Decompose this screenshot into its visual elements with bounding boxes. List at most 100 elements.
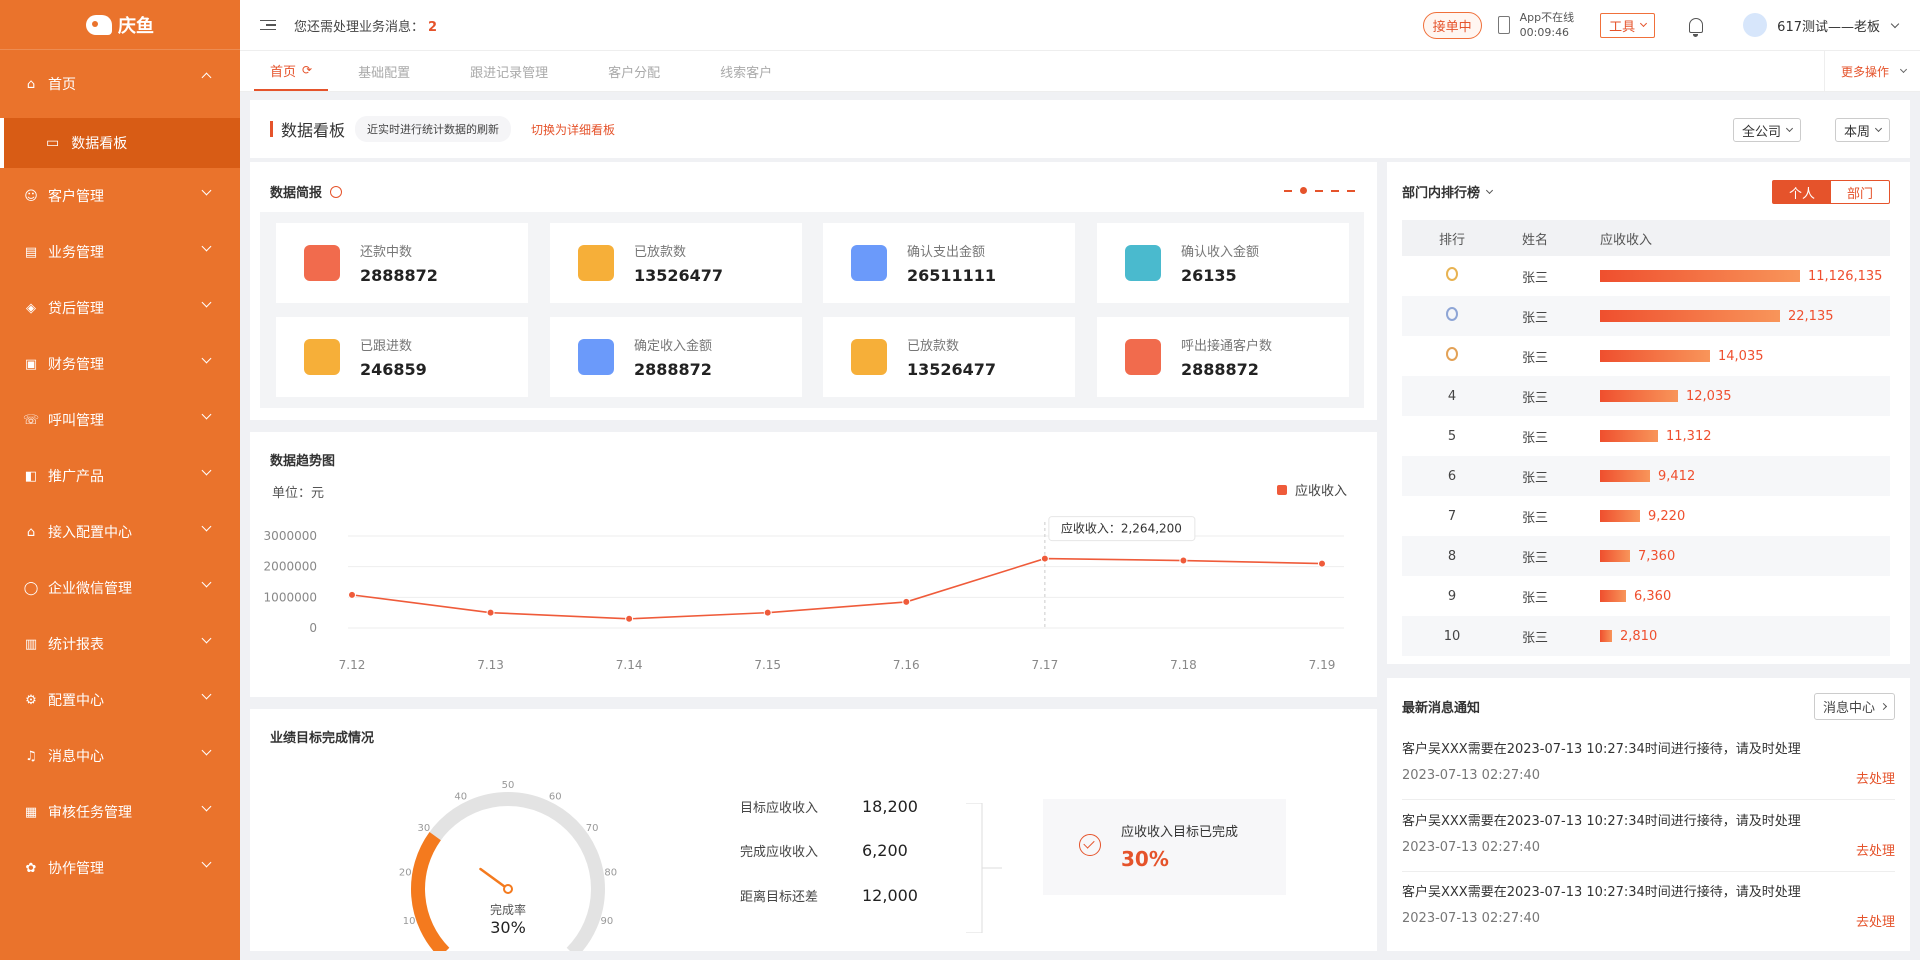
goal-row-value: 18,200 [862,797,918,816]
settings-icon[interactable] [330,186,343,198]
carousel-dot-active[interactable] [1300,187,1307,194]
sidebar-item-label: 财务管理 [48,357,104,373]
carousel-indicator[interactable] [1276,187,1355,194]
stat-card[interactable]: 确定收入金额 2888872 [550,317,802,397]
app-logo[interactable]: 庆鱼 [0,0,240,50]
income-value: 11,312 [1666,428,1712,444]
sidebar-item-promote[interactable]: ◧ 推广产品 [0,448,240,504]
income-value: 2,810 [1620,628,1658,644]
income-cell: 9,220 [1598,509,1890,524]
period-select[interactable]: 本周 [1834,118,1890,142]
bell-icon: ♫ [25,748,37,764]
notice-text: 客户吴XXX需要在2023-07-13 10:27:34时间进行接待，请及时处理 [1402,742,1801,757]
sidebar-item-call[interactable]: ☏ 呼叫管理 [0,392,240,448]
sidebar-item-postloan[interactable]: ◈ 贷后管理 [0,280,240,336]
tab-home[interactable]: 首页 ⟳ [254,51,329,91]
chevron-down-icon [201,353,212,364]
data-point[interactable] [763,608,772,617]
tab-basic-config[interactable]: 基础配置 [328,51,440,91]
tab-lead-customers[interactable]: 线索客户 [690,51,802,91]
company-select[interactable]: 全公司 [1732,118,1801,142]
table-row: 张三 14,035 [1402,336,1890,376]
sidebar-item-messages[interactable]: ♫ 消息中心 [0,728,240,784]
chevron-down-icon [201,241,212,252]
sidebar-item-settings[interactable]: ⚙ 配置中心 [0,672,240,728]
income-bar [1600,350,1710,362]
income-bar [1600,470,1650,482]
message-center-label: 消息中心 [1822,701,1875,716]
handle-link[interactable]: 去处理 [1856,840,1895,859]
app-status-time: 00:09:46 [1519,26,1570,39]
user-menu[interactable]: 617测试——老板 [1743,13,1900,37]
stat-card[interactable]: 呼出接通客户数 2888872 [1097,317,1349,397]
collapse-menu-icon[interactable] [260,17,276,34]
sidebar-item-wechat[interactable]: ◯ 企业微信管理 [0,560,240,616]
goal-row-remaining: 距离目标还差 12,000 [740,886,918,905]
gold-medal-icon [1446,267,1458,281]
sidebar-item-audit[interactable]: ▦ 审核任务管理 [0,784,240,840]
refresh-icon[interactable]: ⟳ [302,63,312,77]
carousel-dash[interactable] [1315,189,1323,192]
data-point[interactable] [625,614,634,623]
sidebar-item-report[interactable]: ▥ 统计报表 [0,616,240,672]
trend-chart[interactable]: 0 1000000 2000000 3000000 7.12 7.13 7.14 7.15 7.… [250,432,1377,697]
notification-bell-icon[interactable] [1689,17,1704,37]
accept-status-button[interactable]: 接单中 [1422,11,1482,39]
toggle-department[interactable]: 部门 [1831,181,1889,203]
stat-card[interactable]: 确认支出金额 26511111 [823,223,1075,303]
sidebar-item-access[interactable]: ⌂ 接入配置中心 [0,504,240,560]
income-chart-icon [1125,245,1161,281]
table-row: 张三 22,135 [1402,296,1890,336]
sidebar-item-collab[interactable]: ✿ 协作管理 [0,840,240,896]
stat-value: 2888872 [634,360,712,379]
handle-link[interactable]: 去处理 [1856,768,1895,787]
goal-done-text: 应收收入目标已完成 [1121,825,1239,840]
tab-customer-assign[interactable]: 客户分配 [578,51,690,91]
chevron-down-icon [1874,124,1883,133]
stat-card[interactable]: 已放款数 13526477 [550,223,802,303]
carousel-dash[interactable] [1331,189,1339,192]
data-point[interactable] [1318,559,1326,568]
stat-card[interactable]: 确认收入金额 26135 [1097,223,1349,303]
data-point[interactable] [902,597,911,606]
chevron-down-icon [201,297,212,308]
tab-followup-records[interactable]: 跟进记录管理 [440,51,578,91]
data-point[interactable] [1040,554,1049,563]
message-center-button[interactable]: 消息中心 [1813,693,1895,720]
followup-target-icon [304,339,340,375]
toggle-personal[interactable]: 个人 [1773,181,1831,203]
x-tick-label: 7.18 [1170,658,1197,672]
sidebar-item-customer[interactable]: ☺ 客户管理 [0,168,240,224]
business-icon: ▤ [24,244,38,260]
goal-row-value: 6,200 [862,841,908,860]
customer-icon: ☺ [24,188,38,204]
sidebar-subitem-dashboard[interactable]: ▭ 数据看板 [0,118,240,168]
rank-cell [1402,347,1502,365]
more-operations-dropdown[interactable]: 更多操作 [1823,51,1920,91]
sidebar-item-finance[interactable]: ▣ 财务管理 [0,336,240,392]
table-row: 4 张三 12,035 [1402,376,1890,416]
stat-card[interactable]: 还款中数 2888872 [276,223,528,303]
ranking-title[interactable]: 部门内排行榜 [1402,182,1494,201]
stat-card[interactable]: 已跟进数 246859 [276,317,528,397]
tools-dropdown[interactable]: 工具 [1600,12,1656,38]
business-message[interactable]: 您还需处理业务消息： 2 [294,16,437,35]
settings-icon: ⚙ [25,692,37,708]
switch-detail-board-link[interactable]: 切换为详细看板 [531,121,615,138]
income-value: 12,035 [1686,388,1732,404]
carousel-dash[interactable] [1284,189,1292,192]
stat-card[interactable]: 已放款数 13526477 [823,317,1075,397]
income-bar [1600,310,1780,322]
chevron-down-icon [201,857,212,868]
stat-value: 13526477 [907,360,997,379]
data-point[interactable] [348,590,356,599]
carousel-dash[interactable] [1347,189,1355,192]
rank-cell [1402,307,1502,325]
chevron-down-icon [201,577,212,588]
income-bar [1600,630,1612,642]
handle-link[interactable]: 去处理 [1856,911,1895,930]
sidebar-item-business[interactable]: ▤ 业务管理 [0,224,240,280]
sidebar-item-home[interactable]: ⌂ 首页 [0,50,240,118]
data-point[interactable] [1179,556,1188,565]
data-point[interactable] [486,608,495,617]
